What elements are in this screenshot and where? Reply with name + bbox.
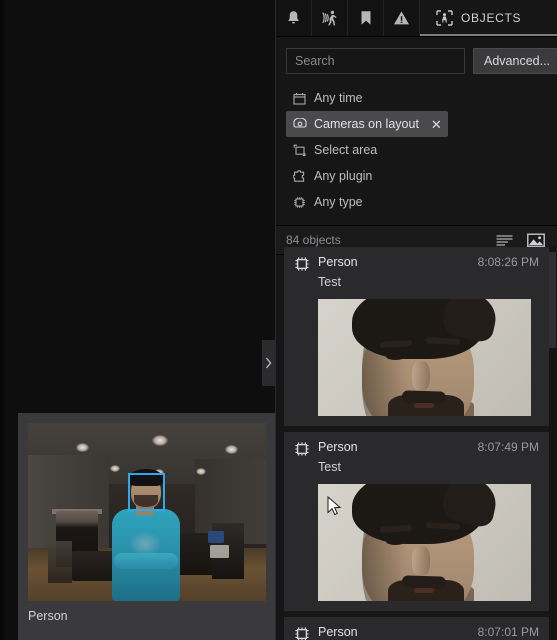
filter-any-type-label: Any type (314, 195, 363, 209)
chevron-right-icon (265, 357, 272, 369)
view-mode-toggles (496, 233, 545, 248)
tab-motion[interactable] (312, 0, 348, 36)
filter-any-plugin-label: Any plugin (314, 169, 373, 183)
face-detection-box (128, 473, 165, 511)
results-scrollbar-thumb[interactable] (549, 252, 556, 348)
face-thumbnail-image (318, 484, 531, 601)
filter-cameras-on-layout[interactable]: Cameras on layout ✕ (286, 111, 448, 137)
advanced-search-button[interactable]: Advanced... (473, 48, 557, 74)
filter-any-type[interactable]: Any type (286, 189, 369, 215)
object-box-icon (294, 441, 310, 457)
object-title: Person (318, 625, 358, 639)
object-thumbnail[interactable] (318, 299, 531, 416)
filter-cameras-on-layout-label: Cameras on layout (314, 117, 419, 131)
filter-any-time-label: Any time (314, 91, 363, 105)
video-viewport[interactable]: Person (0, 0, 275, 640)
calendar-icon (292, 91, 307, 106)
face-thumbnail-image (318, 299, 531, 416)
right-side-panel: OBJECTS Advanced... Any time (275, 0, 557, 640)
warning-triangle-icon (394, 11, 409, 25)
search-input[interactable] (286, 48, 465, 74)
object-result-card[interactable]: Person 8:07:01 PM (284, 617, 549, 640)
filter-any-time[interactable]: Any time (286, 85, 369, 111)
filter-list: Any time Cameras on layout ✕ Select area (276, 83, 557, 221)
object-timestamp: 8:07:49 PM (477, 440, 539, 454)
camera-video-frame[interactable] (28, 423, 266, 601)
panel-tabbar: OBJECTS (276, 0, 557, 37)
tab-objects[interactable]: OBJECTS (420, 0, 557, 36)
object-title: Person (318, 255, 358, 269)
camera-scene-image (28, 423, 266, 601)
object-box-icon (294, 626, 310, 640)
chip-icon (292, 195, 307, 210)
image-view-icon[interactable] (527, 233, 545, 248)
tab-notifications[interactable] (276, 0, 312, 36)
results-count-label: 84 objects (286, 233, 341, 247)
filter-select-area[interactable]: Select area (286, 137, 383, 163)
tab-bookmarks[interactable] (348, 0, 384, 36)
filter-cameras-remove-icon[interactable]: ✕ (431, 118, 442, 131)
object-subtitle: Test (318, 460, 341, 474)
card-header: Person 8:07:01 PM (294, 625, 539, 640)
objects-icon (436, 10, 453, 26)
bell-icon (288, 10, 299, 24)
object-title: Person (318, 440, 358, 454)
object-result-card[interactable]: Person 8:08:26 PM Test (284, 247, 549, 426)
viewport-edge-shadow (0, 0, 6, 640)
object-result-card[interactable]: Person 8:07:49 PM Test (284, 432, 549, 611)
camera-icon (292, 117, 307, 132)
bookmark-icon (361, 11, 370, 25)
tab-objects-label: OBJECTS (461, 11, 522, 25)
card-header: Person 8:07:49 PM (294, 440, 539, 457)
object-timestamp: 8:08:26 PM (477, 255, 539, 269)
motion-person-icon (321, 10, 337, 26)
objects-results-list[interactable]: Person 8:08:26 PM Test Person 8:07:49 PM… (276, 247, 557, 640)
camera-tile-caption: Person (28, 609, 68, 623)
tab-events[interactable] (384, 0, 420, 36)
expand-left-panel-handle[interactable] (262, 340, 275, 386)
object-box-icon (294, 256, 310, 272)
object-timestamp: 8:07:01 PM (477, 625, 539, 639)
camera-tile[interactable]: Person (18, 413, 275, 640)
filter-any-plugin[interactable]: Any plugin (286, 163, 378, 189)
search-row: Advanced... (276, 37, 557, 83)
card-header: Person 8:08:26 PM (294, 255, 539, 272)
select-area-icon (292, 143, 307, 158)
object-thumbnail[interactable] (318, 484, 531, 601)
list-view-icon[interactable] (496, 234, 513, 246)
filter-select-area-label: Select area (314, 143, 378, 157)
object-subtitle: Test (318, 275, 341, 289)
plugin-icon (292, 169, 307, 184)
